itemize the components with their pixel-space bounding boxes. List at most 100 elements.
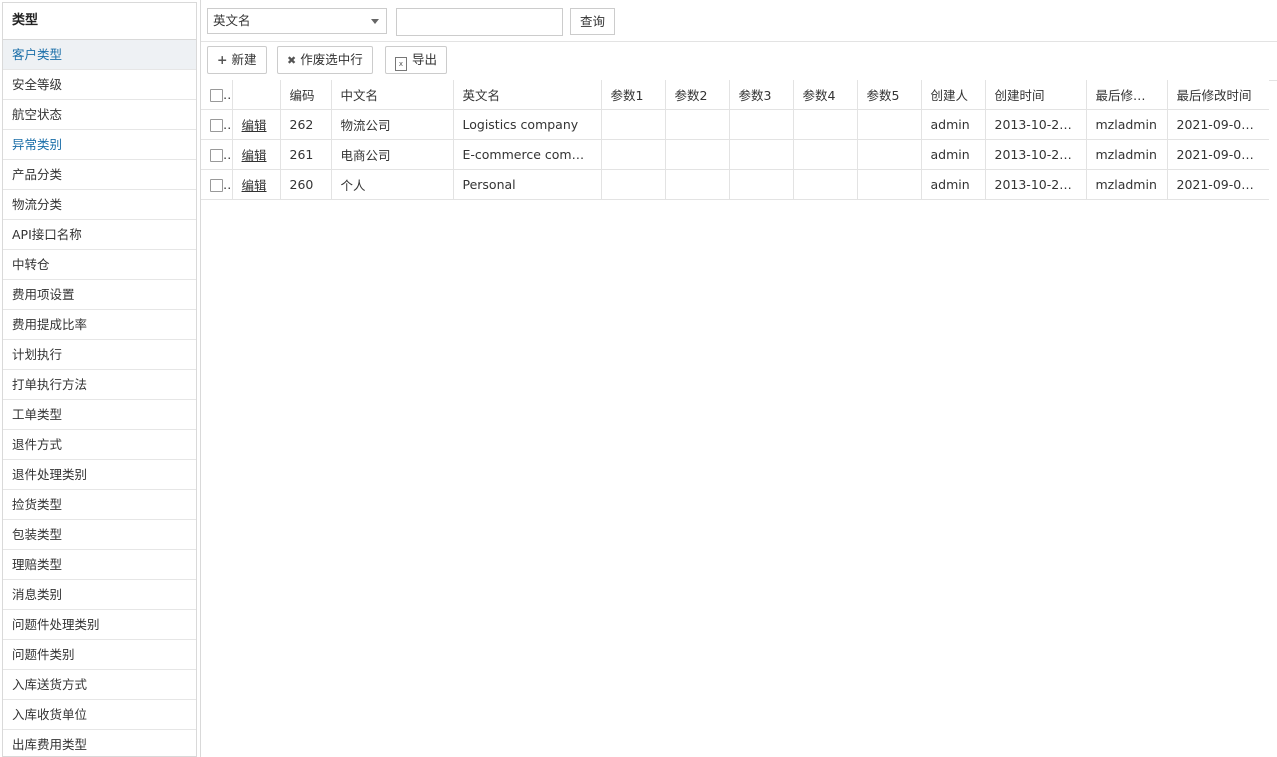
- column-header[interactable]: 创建时间: [985, 80, 1087, 110]
- cell-p5: [857, 169, 922, 200]
- cell-created: 2013-10-20 ...: [985, 169, 1087, 200]
- sidebar-item[interactable]: 包装类型: [3, 520, 196, 550]
- sidebar-item[interactable]: 中转仓: [3, 250, 196, 280]
- sidebar-item[interactable]: 安全等级: [3, 70, 196, 100]
- cell-cn-name: 电商公司: [331, 139, 454, 170]
- sidebar-item[interactable]: 打单执行方法: [3, 370, 196, 400]
- column-header[interactable]: 英文名: [453, 80, 602, 110]
- cell-en-name: Logistics company: [453, 109, 602, 140]
- query-button[interactable]: 查询: [570, 8, 615, 35]
- column-header[interactable]: 参数2: [665, 80, 730, 110]
- field-select[interactable]: 英文名: [207, 8, 387, 34]
- sidebar-item[interactable]: 航空状态: [3, 100, 196, 130]
- export-button[interactable]: x 导出: [385, 46, 448, 74]
- row-checkbox[interactable]: [210, 179, 223, 192]
- cell-created: 2013-10-20 ...: [985, 109, 1087, 140]
- cell-code: 260: [280, 169, 332, 200]
- field-select-value: 英文名: [213, 13, 251, 28]
- sidebar-item[interactable]: 入库收货单位: [3, 700, 196, 730]
- table-header-row: 编码 中文名 英文名 参数1 参数2 参数3 参数4 参数5 创建人 创建时间 最后修改人 最后修改时…: [201, 80, 1269, 110]
- cell-modified: 2021-09-07 ...: [1167, 109, 1269, 140]
- cell-p3: [729, 109, 794, 140]
- sidebar-item[interactable]: 消息类别: [3, 580, 196, 610]
- data-table: 编码 中文名 英文名 参数1 参数2 参数3 参数4 参数5 创建人 创建时间 最后修改人 最后修改时…: [201, 80, 1269, 200]
- cell-cn-name: 个人: [331, 169, 454, 200]
- sidebar-item[interactable]: 计划执行: [3, 340, 196, 370]
- plus-icon: +: [217, 52, 228, 67]
- new-button-label: 新建: [231, 52, 257, 67]
- cell-modified: 2021-09-07 ...: [1167, 139, 1269, 170]
- cell-creator: admin: [921, 169, 986, 200]
- column-header[interactable]: 最后修改人: [1086, 80, 1168, 110]
- row-checkbox-cell: [201, 139, 233, 170]
- select-all-checkbox[interactable]: [210, 89, 223, 102]
- sidebar-list: 客户类型 安全等级 航空状态 异常类别 产品分类 物流分类 API接口名称 中转仓 费用项设置费…: [3, 40, 196, 756]
- cell-p3: [729, 139, 794, 170]
- search-bar: 英文名 查询: [201, 0, 1277, 42]
- edit-link[interactable]: 编辑: [242, 178, 267, 193]
- sidebar-item[interactable]: 费用提成比率: [3, 310, 196, 340]
- cell-modified: 2021-09-07 ...: [1167, 169, 1269, 200]
- sidebar-item[interactable]: 物流分类: [3, 190, 196, 220]
- cell-p2: [665, 139, 730, 170]
- select-all-checkbox-cell: [201, 80, 233, 110]
- table-row[interactable]: 编辑 261 电商公司 E-commerce company admin 2013-10-…: [201, 139, 1269, 170]
- sidebar-item[interactable]: 客户类型: [3, 40, 196, 70]
- sidebar-item[interactable]: 问题件类别: [3, 640, 196, 670]
- sidebar-item[interactable]: 异常类别: [3, 130, 196, 160]
- sidebar-item[interactable]: 出库费用类型: [3, 730, 196, 756]
- table-row[interactable]: 编辑 260 个人 Personal admin 2013-10-20 ... mzladm…: [201, 169, 1269, 200]
- sidebar-item[interactable]: 产品分类: [3, 160, 196, 190]
- column-header[interactable]: 参数4: [793, 80, 858, 110]
- cell-modifier: mzladmin: [1086, 109, 1168, 140]
- column-header[interactable]: 参数3: [729, 80, 794, 110]
- column-header[interactable]: 中文名: [331, 80, 454, 110]
- column-header[interactable]: 编码: [280, 80, 332, 110]
- cell-p1: [601, 139, 666, 170]
- cell-en-name: E-commerce company: [453, 139, 602, 170]
- edit-link[interactable]: 编辑: [242, 118, 267, 133]
- row-checkbox-cell: [201, 109, 233, 140]
- column-header[interactable]: 参数5: [857, 80, 922, 110]
- column-header[interactable]: 最后修改时间: [1167, 80, 1269, 110]
- data-grid: 编码 中文名 英文名 参数1 参数2 参数3 参数4 参数5 创建人 创建时间 最后修改人 最后修改时…: [201, 80, 1269, 200]
- sidebar-item[interactable]: 退件处理类别: [3, 460, 196, 490]
- sidebar-item[interactable]: 捡货类型: [3, 490, 196, 520]
- edit-link[interactable]: 编辑: [242, 148, 267, 163]
- edit-cell: 编辑: [232, 139, 281, 170]
- cell-modifier: mzladmin: [1086, 139, 1168, 170]
- sidebar-item[interactable]: 费用项设置: [3, 280, 196, 310]
- sidebar-item[interactable]: 工单类型: [3, 400, 196, 430]
- row-checkbox-cell: [201, 169, 233, 200]
- chevron-down-icon: [371, 19, 379, 24]
- cell-en-name: Personal: [453, 169, 602, 200]
- table-row[interactable]: 编辑 262 物流公司 Logistics company admin 2013-10-2…: [201, 109, 1269, 140]
- column-header[interactable]: [232, 80, 281, 110]
- row-checkbox[interactable]: [210, 149, 223, 162]
- column-header[interactable]: 创建人: [921, 80, 986, 110]
- cell-p4: [793, 139, 858, 170]
- sidebar-item[interactable]: 退件方式: [3, 430, 196, 460]
- column-header[interactable]: 参数1: [601, 80, 666, 110]
- edit-cell: 编辑: [232, 169, 281, 200]
- cell-p3: [729, 169, 794, 200]
- void-selected-button[interactable]: ✖ 作废选中行: [277, 46, 373, 74]
- toolbar: + 新建 ✖ 作废选中行 x 导出: [201, 41, 1277, 81]
- cell-p1: [601, 109, 666, 140]
- row-checkbox[interactable]: [210, 119, 223, 132]
- void-button-label: 作废选中行: [300, 52, 363, 67]
- sidebar-item[interactable]: API接口名称: [3, 220, 196, 250]
- edit-cell: 编辑: [232, 109, 281, 140]
- export-button-label: 导出: [412, 52, 438, 67]
- sidebar-item[interactable]: 理赔类型: [3, 550, 196, 580]
- new-button[interactable]: + 新建: [207, 46, 267, 74]
- cell-p5: [857, 139, 922, 170]
- sidebar-title: 类型: [3, 3, 196, 40]
- sidebar-item[interactable]: 问题件处理类别: [3, 610, 196, 640]
- cell-p5: [857, 109, 922, 140]
- search-input[interactable]: [396, 8, 563, 36]
- sidebar-item[interactable]: 入库送货方式: [3, 670, 196, 700]
- cell-cn-name: 物流公司: [331, 109, 454, 140]
- cell-code: 262: [280, 109, 332, 140]
- x-icon: ✖: [287, 54, 297, 67]
